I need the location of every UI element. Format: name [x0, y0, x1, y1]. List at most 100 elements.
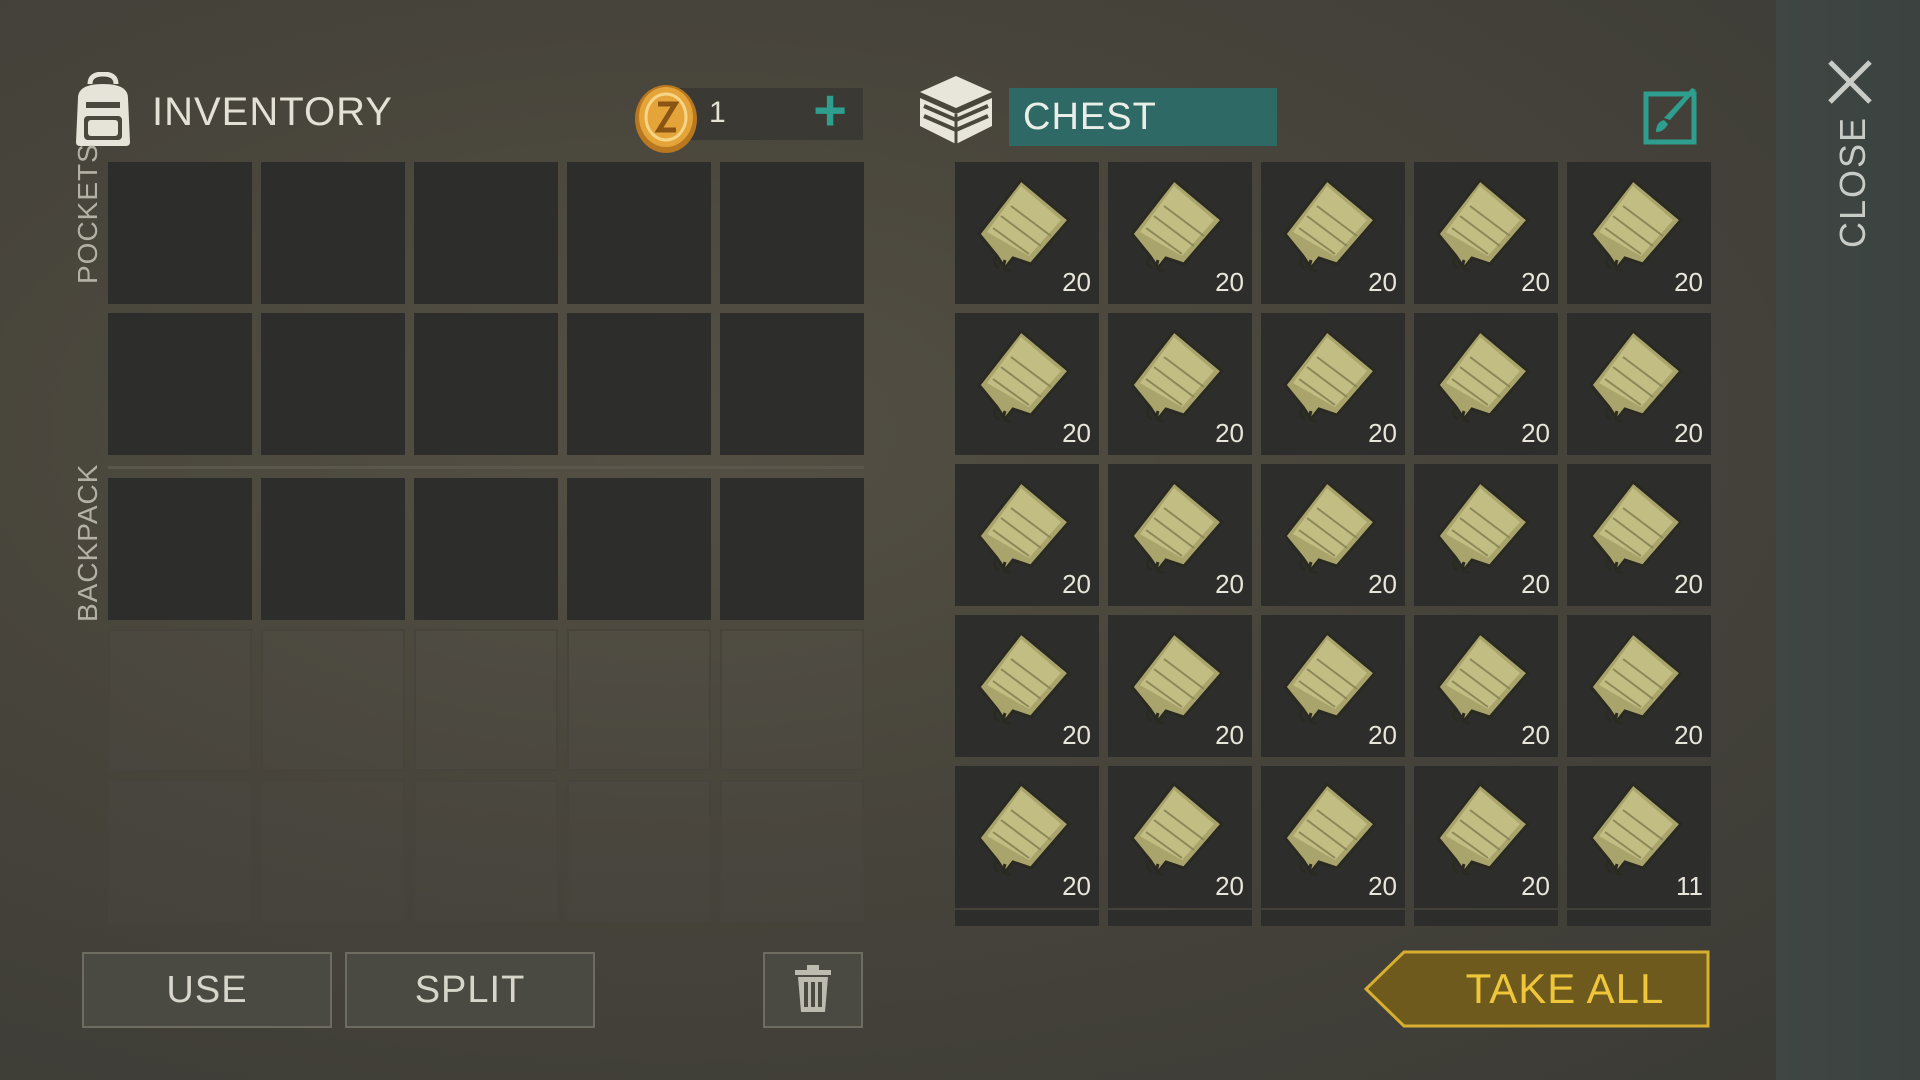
chest-grid: 20 20 20 20 20 20 20 20 20 20 20 20 20 20 20 20 20 20 20 20…	[955, 162, 1711, 908]
cloth-scrap-icon	[971, 629, 1075, 733]
split-button[interactable]: SPLIT	[345, 952, 595, 1028]
take-all-label[interactable]: TAKE ALL	[1420, 950, 1710, 1028]
chest-slot[interactable]: 20	[1261, 615, 1405, 757]
edit-brush-icon[interactable]	[1642, 86, 1702, 146]
chest-slot[interactable]: 20	[1108, 615, 1252, 757]
item-count: 20	[1368, 871, 1397, 901]
cloth-scrap-icon	[1124, 629, 1228, 733]
pocket-slot[interactable]	[108, 313, 252, 455]
chest-slot-partial	[1108, 910, 1252, 926]
pocket-slot[interactable]	[720, 313, 864, 455]
chest-slot[interactable]: 20	[955, 615, 1099, 757]
locked-slot	[414, 629, 558, 771]
cloth-scrap-icon	[1124, 176, 1228, 280]
close-icon[interactable]	[1826, 58, 1874, 106]
backpack-slot[interactable]	[108, 478, 252, 620]
cloth-scrap-icon	[1583, 478, 1687, 582]
cloth-scrap-icon	[1124, 327, 1228, 431]
cloth-scrap-icon	[1583, 327, 1687, 431]
cloth-scrap-icon	[1583, 780, 1687, 884]
chest-slot[interactable]: 20	[1414, 464, 1558, 606]
pockets-grid	[108, 162, 864, 455]
item-count: 20	[1368, 720, 1397, 750]
chest-slot[interactable]: 20	[955, 162, 1099, 304]
locked-slot	[108, 629, 252, 771]
chest-slot[interactable]: 20	[1414, 766, 1558, 908]
chest-slot[interactable]: 20	[1567, 313, 1711, 455]
backpack-slot[interactable]	[261, 478, 405, 620]
item-count: 20	[1215, 569, 1244, 599]
chest-slot[interactable]: 20	[1414, 162, 1558, 304]
item-count: 20	[1215, 267, 1244, 297]
chest-slot-partial	[955, 910, 1099, 926]
cloth-scrap-icon	[971, 780, 1075, 884]
locked-slot	[414, 780, 558, 922]
chest-slot[interactable]: 20	[955, 766, 1099, 908]
chest-slot[interactable]: 20	[955, 464, 1099, 606]
backpack-grid	[108, 478, 864, 922]
pockets-label: POCKETS	[72, 143, 103, 284]
pocket-slot[interactable]	[414, 162, 558, 304]
cloth-scrap-icon	[1277, 478, 1381, 582]
pocket-slot[interactable]	[261, 313, 405, 455]
backpack-slot[interactable]	[567, 478, 711, 620]
close-label[interactable]: CLOSE	[1832, 116, 1874, 248]
cloth-scrap-icon	[1277, 327, 1381, 431]
pocket-slot[interactable]	[567, 162, 711, 304]
locked-slot	[720, 780, 864, 922]
chest-slot[interactable]: 20	[1108, 162, 1252, 304]
chest-slot[interactable]: 20	[1414, 615, 1558, 757]
pocket-slot[interactable]	[414, 313, 558, 455]
locked-slot	[567, 629, 711, 771]
item-count: 20	[1368, 418, 1397, 448]
chest-slot[interactable]: 20	[1261, 464, 1405, 606]
item-count: 20	[1368, 267, 1397, 297]
coin-count: 1	[709, 96, 726, 129]
cloth-scrap-icon	[1430, 478, 1534, 582]
item-count: 20	[1521, 720, 1550, 750]
chest-slot[interactable]: 11	[1567, 766, 1711, 908]
cloth-scrap-icon	[1277, 629, 1381, 733]
chest-slot[interactable]: 20	[1108, 313, 1252, 455]
chest-slot[interactable]: 20	[955, 313, 1099, 455]
pocket-slot[interactable]	[108, 162, 252, 304]
locked-slot	[567, 780, 711, 922]
backpack-slot[interactable]	[414, 478, 558, 620]
item-count: 20	[1521, 267, 1550, 297]
chest-slot[interactable]: 20	[1108, 464, 1252, 606]
cloth-scrap-icon	[1430, 176, 1534, 280]
cloth-scrap-icon	[1430, 780, 1534, 884]
chest-next-row	[955, 910, 1711, 926]
pocket-slot[interactable]	[567, 313, 711, 455]
chest-slot[interactable]: 20	[1567, 162, 1711, 304]
cloth-scrap-icon	[1430, 629, 1534, 733]
cloth-scrap-icon	[1124, 780, 1228, 884]
buy-coins-button[interactable]: +	[803, 82, 857, 140]
chest-slot[interactable]: 20	[1567, 615, 1711, 757]
currency-bar: 1 +	[633, 82, 863, 153]
item-count: 20	[1521, 418, 1550, 448]
backpack-icon	[68, 70, 138, 153]
section-divider	[108, 466, 864, 469]
chest-slot[interactable]: 20	[1261, 766, 1405, 908]
trash-icon	[793, 965, 833, 1023]
chest-slot-partial	[1414, 910, 1558, 926]
item-count: 20	[1062, 569, 1091, 599]
backpack-label: BACKPACK	[72, 463, 103, 622]
chest-slot[interactable]: 20	[1108, 766, 1252, 908]
pocket-slot[interactable]	[720, 162, 864, 304]
cloth-scrap-icon	[1583, 176, 1687, 280]
item-count: 20	[1521, 871, 1550, 901]
cloth-scrap-icon	[1124, 478, 1228, 582]
chest-slot[interactable]: 20	[1414, 313, 1558, 455]
use-button[interactable]: USE	[82, 952, 332, 1028]
delete-button[interactable]	[763, 952, 863, 1028]
locked-slot	[108, 780, 252, 922]
chest-name-field[interactable]: CHEST	[1009, 88, 1277, 146]
backpack-slot[interactable]	[720, 478, 864, 620]
chest-slot[interactable]: 20	[1261, 313, 1405, 455]
pocket-slot[interactable]	[261, 162, 405, 304]
cloth-scrap-icon	[1277, 780, 1381, 884]
chest-slot[interactable]: 20	[1261, 162, 1405, 304]
chest-slot[interactable]: 20	[1567, 464, 1711, 606]
